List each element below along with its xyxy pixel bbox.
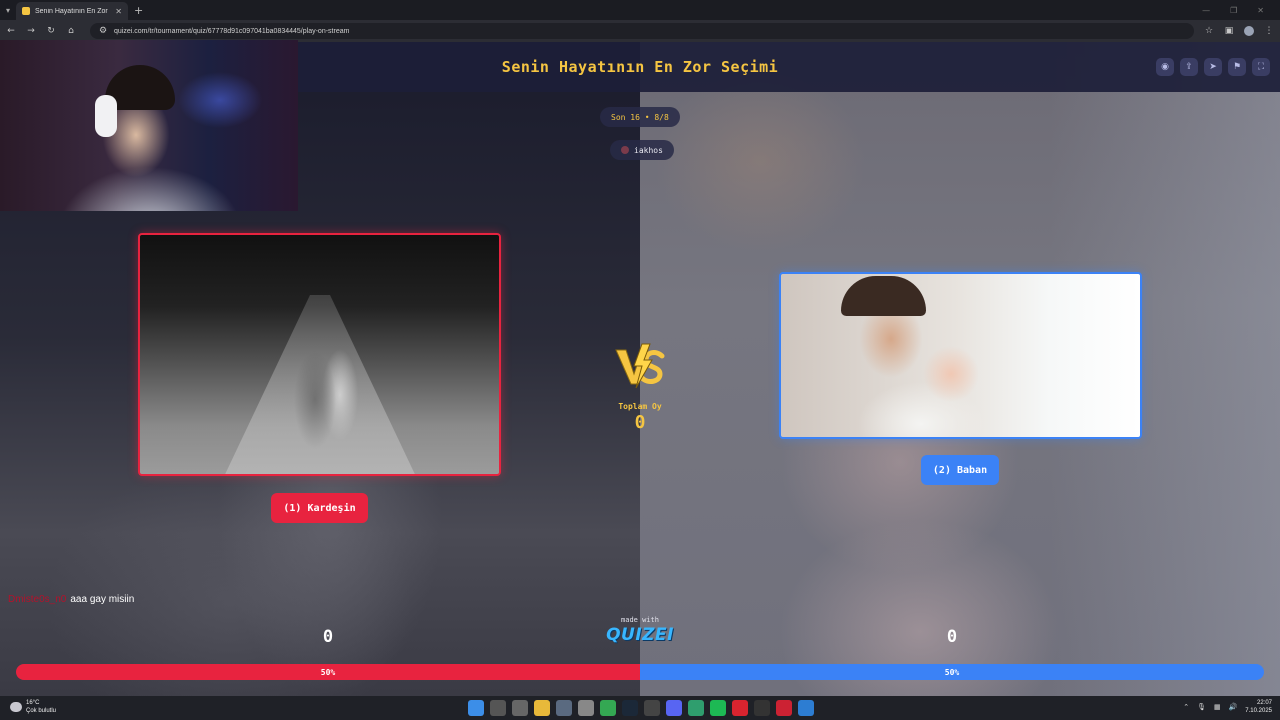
reload-icon[interactable]: ↻: [46, 26, 56, 36]
header-actions: ◉ ⇪ ➤ ⚑ ⛶: [1156, 58, 1270, 76]
address-bar-row: ← → ↻ ⌂ ⚙ quizei.com/tr/tournament/quiz/…: [0, 20, 1280, 42]
fullscreen-icon[interactable]: ⛶: [1252, 58, 1270, 76]
volume-icon[interactable]: 🔊: [1229, 703, 1238, 711]
close-window-icon[interactable]: ✕: [1257, 6, 1264, 15]
left-choice-image[interactable]: [138, 233, 501, 476]
chrome-icon[interactable]: [600, 700, 616, 716]
date: 7.10.2025: [1245, 708, 1272, 714]
left-vote-count: 0: [322, 627, 334, 647]
streamer-name: iakhos: [634, 145, 663, 155]
right-choice-image[interactable]: [779, 272, 1142, 439]
chat-message: Dmiste0s_n0 aaa gay misiin: [8, 594, 134, 605]
father-illustration: [841, 276, 926, 316]
microphone-icon[interactable]: 🎙: [1197, 703, 1206, 711]
streamer-badge: iakhos: [610, 140, 674, 160]
system-tray: ⌃ 🎙 ▦ 🔊 22:07 7.10.2025: [1183, 699, 1272, 715]
quizei-logo[interactable]: QUIZEI: [600, 625, 680, 645]
cloud-icon: [10, 702, 22, 712]
steam-icon[interactable]: [622, 700, 638, 716]
vote-progress-bar: 50% 50%: [16, 664, 1264, 680]
webcam-overlay: [0, 40, 298, 211]
edge-icon[interactable]: [798, 700, 814, 716]
weather-description: Çok bulutlu: [26, 708, 57, 714]
choice-left-button[interactable]: (1) Kardeşin: [271, 493, 368, 523]
chat-username: Dmiste0s_n0: [8, 594, 67, 605]
streamer-avatar: [621, 146, 629, 154]
left-vote-bar: 50%: [16, 664, 640, 680]
home-icon[interactable]: ⌂: [66, 26, 76, 36]
profile-avatar[interactable]: [1244, 26, 1254, 36]
total-votes-label: Toplam Oy: [618, 402, 662, 411]
road-illustration: [220, 295, 420, 474]
new-tab-button[interactable]: +: [134, 4, 143, 17]
bookmark-star-icon[interactable]: ☆: [1204, 26, 1214, 36]
clock[interactable]: 22:07 7.10.2025: [1245, 699, 1272, 715]
app-icon[interactable]: [688, 700, 704, 716]
browser-tab[interactable]: Senin Hayatının En Zor Seçimi ✕: [16, 2, 128, 20]
start-icon[interactable]: [468, 700, 484, 716]
send-icon[interactable]: ➤: [1204, 58, 1222, 76]
favicon-icon: [22, 7, 30, 15]
site-info-icon[interactable]: ⚙: [98, 26, 108, 36]
taskbar-apps: [468, 700, 814, 716]
discord-icon[interactable]: [666, 700, 682, 716]
window-controls: — ❐ ✕: [1202, 6, 1280, 15]
maximize-icon[interactable]: ❐: [1230, 6, 1237, 15]
tab-title: Senin Hayatının En Zor Seçimi: [35, 7, 110, 15]
spotify-icon[interactable]: [710, 700, 726, 716]
round-indicator: Son 16 • 8/8: [600, 107, 680, 127]
search-icon[interactable]: [490, 700, 506, 716]
tab-list-icon[interactable]: ▾: [0, 0, 16, 20]
time: 22:07: [1256, 700, 1272, 706]
round-text: Son 16 • 8/8: [611, 112, 669, 122]
quiz-title: Senin Hayatının En Zor Seçimi: [501, 58, 779, 76]
network-icon[interactable]: ▦: [1214, 703, 1221, 711]
browser-menu-icon[interactable]: ⋮: [1264, 26, 1274, 36]
eye-icon[interactable]: ◉: [1156, 58, 1174, 76]
share-icon[interactable]: ⇪: [1180, 58, 1198, 76]
headphones: [95, 95, 117, 137]
app-icon[interactable]: [754, 700, 770, 716]
chevron-up-icon[interactable]: ⌃: [1183, 703, 1189, 711]
flag-icon[interactable]: ⚑: [1228, 58, 1246, 76]
right-vote-bar: 50%: [640, 664, 1264, 680]
epic-games-icon[interactable]: [644, 700, 660, 716]
app-icon[interactable]: [776, 700, 792, 716]
forward-icon[interactable]: →: [26, 26, 36, 36]
choice-right-button[interactable]: (2) Baban: [921, 455, 999, 485]
weather-widget[interactable]: 16°C Çok bulutlu: [10, 699, 56, 715]
temperature: 16°C: [26, 700, 40, 706]
chat-text: aaa gay misiin: [70, 594, 135, 605]
close-tab-icon[interactable]: ✕: [115, 7, 122, 16]
browser-tab-bar: ▾ Senin Hayatının En Zor Seçimi ✕ + — ❐ …: [0, 0, 1280, 20]
store-icon[interactable]: [556, 700, 572, 716]
task-view-icon[interactable]: [512, 700, 528, 716]
minimize-icon[interactable]: —: [1202, 6, 1210, 15]
settings-icon[interactable]: [578, 700, 594, 716]
extensions-icon[interactable]: ▣: [1224, 26, 1234, 36]
app-icon[interactable]: [732, 700, 748, 716]
total-votes-value: 0: [634, 412, 646, 433]
vs-icon: [615, 343, 665, 389]
windows-taskbar: 16°C Çok bulutlu ⌃ 🎙 ▦ 🔊 22:07 7.10.2025: [0, 696, 1280, 720]
right-vote-count: 0: [946, 627, 958, 647]
url-text: quizei.com/tr/tournament/quiz/67778d91c0…: [114, 27, 350, 35]
url-field[interactable]: ⚙ quizei.com/tr/tournament/quiz/67778d91…: [90, 23, 1194, 39]
made-with-label: made with: [621, 616, 659, 624]
file-explorer-icon[interactable]: [534, 700, 550, 716]
back-icon[interactable]: ←: [6, 26, 16, 36]
